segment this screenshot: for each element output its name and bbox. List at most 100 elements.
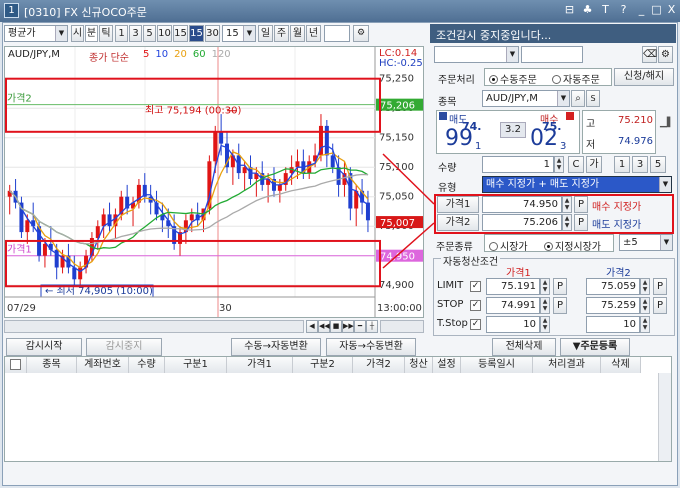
period-button-1[interactable]: 시	[71, 25, 84, 42]
sell-price-big[interactable]: 99	[445, 128, 473, 150]
period-button-3[interactable]: 틱	[99, 25, 113, 42]
order-mode-auto[interactable]: 자동주문	[552, 71, 600, 86]
minimize-icon[interactable]: _	[634, 3, 649, 18]
qty-input[interactable]: 1	[482, 156, 554, 173]
stop-monitor-button[interactable]: 감시중지	[86, 338, 162, 356]
price-chart[interactable]: 75,25075,20075,15075,10075,05075,00074,9…	[4, 46, 424, 318]
grid-header-cell[interactable]: 청산	[405, 357, 433, 373]
grid-header-cell[interactable]: 구분1	[165, 357, 227, 373]
register-order-button[interactable]: ▼주문등록	[560, 338, 630, 356]
settle-price1-input[interactable]: 74.991	[486, 297, 540, 314]
grid-header-cell[interactable]: 가격1	[227, 357, 293, 373]
start-monitor-button[interactable]: 감시시작	[6, 338, 82, 356]
price1-p-button[interactable]: P	[574, 196, 588, 213]
fast-left-icon[interactable]: ◀◀	[318, 320, 330, 333]
close-icon[interactable]: X	[664, 3, 679, 18]
fast-right-icon[interactable]: ▶▶	[342, 320, 354, 333]
period-button-2[interactable]: 분	[85, 25, 98, 42]
range-select[interactable]: ±5 ▼	[619, 234, 673, 251]
link-icon[interactable]: ♣	[580, 3, 595, 18]
settle-price1-input[interactable]: 75.191	[486, 278, 540, 295]
qty-5-button[interactable]: 5	[650, 156, 666, 173]
erase-icon[interactable]: ⌫	[642, 46, 657, 63]
order-type-select[interactable]: 매수 지정가 + 매도 지정가 ▼	[482, 176, 672, 193]
order-mode-manual[interactable]: 수동주문	[489, 71, 537, 86]
period-button-active[interactable]: 15	[189, 25, 204, 42]
grid-header-cell[interactable]: 종목	[27, 357, 77, 373]
unit-day-button[interactable]: 일	[258, 25, 273, 42]
symbol-select[interactable]: AUD/JPY,M ▼	[482, 90, 570, 107]
zoom-slider[interactable]	[380, 320, 424, 333]
settle-price2-input[interactable]: 10	[586, 316, 640, 333]
manual-to-auto-button[interactable]: 수동→자동변환	[231, 338, 321, 356]
qty-1-button[interactable]: 1	[614, 156, 630, 173]
order-grid[interactable]: 종목 계좌번호 수량 구분1 가격1 구분2 가격2 청산 설정 등록일시 처리결과 삭제	[4, 356, 672, 462]
grid-header-cell[interactable]: 구분2	[293, 357, 353, 373]
settle-price2-stepper[interactable]: ▲ ▼	[640, 297, 650, 314]
settle-checkbox[interactable]: ✓	[470, 319, 481, 330]
crosshair-icon[interactable]: ┼	[366, 320, 378, 333]
qty-clear-button[interactable]: C	[568, 156, 584, 173]
tile-icon[interactable]: ⊟	[562, 3, 577, 18]
settle-price1-p-button[interactable]: P	[553, 278, 567, 295]
price1-input[interactable]: 74.950	[482, 196, 562, 213]
order-kind-limit-market[interactable]: 지정시장가	[544, 238, 601, 253]
stop-icon[interactable]: ■	[330, 320, 342, 333]
new-cancel-button[interactable]: 신청/해지	[614, 68, 674, 86]
settle-price1-stepper[interactable]: ▲ ▼	[540, 316, 550, 333]
grid-header-cell[interactable]: 설정	[433, 357, 461, 373]
settle-price2-p-button[interactable]: P	[653, 278, 667, 295]
settle-price1-input[interactable]: 10	[486, 316, 540, 333]
help-icon[interactable]: ?	[616, 3, 631, 18]
settle-price2-stepper[interactable]: ▲ ▼	[640, 316, 650, 333]
settle-price2-p-button[interactable]: P	[653, 297, 667, 314]
settle-price1-stepper[interactable]: ▲ ▼	[540, 297, 550, 314]
scroll-left-icon[interactable]: ◀	[306, 320, 318, 333]
gear-icon[interactable]: ⚙	[658, 46, 673, 63]
settle-price1-stepper[interactable]: ▲ ▼	[540, 278, 550, 295]
period-button-7[interactable]: 10	[157, 25, 172, 42]
period-value-select[interactable]: 15 ▼	[222, 25, 256, 42]
qty-stepper[interactable]: ▲ ▼	[554, 156, 564, 173]
price1-stepper[interactable]: ▲ ▼	[562, 196, 572, 213]
qty-3-button[interactable]: 3	[632, 156, 648, 173]
grid-header-cell[interactable]: 수량	[129, 357, 165, 373]
period-button-9[interactable]: 30	[205, 25, 220, 42]
unit-week-button[interactable]: 주	[274, 25, 289, 42]
price2-p-button[interactable]: P	[574, 214, 588, 231]
period-button-6[interactable]: 5	[143, 25, 156, 42]
text-size-icon[interactable]: T	[598, 3, 613, 18]
unit-count-input[interactable]	[324, 25, 350, 42]
settle-price2-input[interactable]: 75.059	[586, 278, 640, 295]
symbol-list-icon[interactable]: S	[586, 90, 600, 107]
price2-stepper[interactable]: ▲ ▼	[562, 214, 572, 231]
zoom-bar-icon[interactable]: ━	[354, 320, 366, 333]
search-icon[interactable]: ⌕	[571, 90, 585, 107]
price-type-select[interactable]: 평균가 ▼	[4, 25, 68, 42]
delete-all-button[interactable]: 전체삭제	[492, 338, 556, 356]
unit-year-button[interactable]: 년	[306, 25, 321, 42]
settle-price1-p-button[interactable]: P	[553, 297, 567, 314]
chart-scrollbar[interactable]	[4, 320, 304, 333]
maximize-icon[interactable]: □	[649, 3, 664, 18]
buy-price-big[interactable]: 02	[530, 128, 558, 150]
order-kind-market[interactable]: 시장가	[489, 238, 528, 253]
grid-header-cell[interactable]: 가격2	[353, 357, 405, 373]
settle-checkbox[interactable]: ✓	[470, 300, 481, 311]
unit-month-button[interactable]: 월	[290, 25, 305, 42]
grid-scrollbar[interactable]	[658, 373, 671, 461]
settle-price2-input[interactable]: 75.259	[586, 297, 640, 314]
account-select[interactable]: ▼	[434, 46, 519, 63]
period-button-4[interactable]: 1	[115, 25, 128, 42]
grid-header-cell[interactable]: 계좌번호	[77, 357, 129, 373]
chart-mini-icon[interactable]: ▁▌	[660, 118, 674, 138]
period-button-5[interactable]: 3	[129, 25, 142, 42]
auto-to-manual-button[interactable]: 자동→수동변환	[326, 338, 416, 356]
qty-available-button[interactable]: 가	[586, 156, 602, 173]
grid-select-all[interactable]	[5, 357, 27, 373]
grid-header-cell[interactable]: 등록일시	[461, 357, 533, 373]
settle-price2-stepper[interactable]: ▲ ▼	[640, 278, 650, 295]
price2-input[interactable]: 75.206	[482, 214, 562, 231]
settle-checkbox[interactable]: ✓	[470, 281, 481, 292]
grid-header-cell[interactable]: 처리결과	[533, 357, 601, 373]
